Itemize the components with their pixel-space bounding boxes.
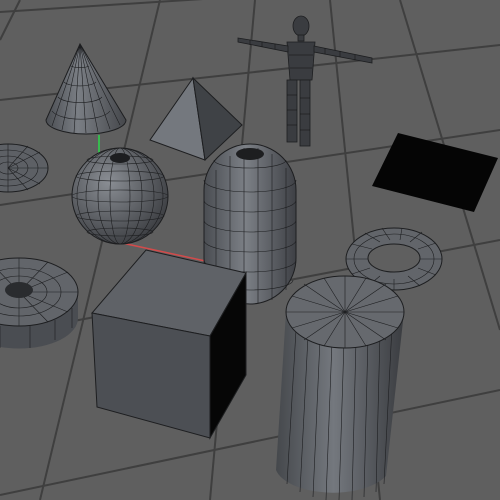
cylinder-icon[interactable] (276, 275, 405, 500)
sphere-icon[interactable] (71, 147, 169, 245)
cone-icon[interactable] (45, 42, 127, 135)
3d-viewport[interactable] (0, 0, 500, 500)
pyramid-icon[interactable] (149, 76, 243, 162)
viewport-canvas[interactable] (0, 0, 500, 500)
tube-icon[interactable] (0, 257, 79, 349)
figure-icon[interactable] (237, 15, 373, 147)
disc-icon[interactable] (0, 143, 49, 193)
cube-icon[interactable] (91, 249, 247, 440)
plane-icon[interactable] (372, 133, 498, 212)
